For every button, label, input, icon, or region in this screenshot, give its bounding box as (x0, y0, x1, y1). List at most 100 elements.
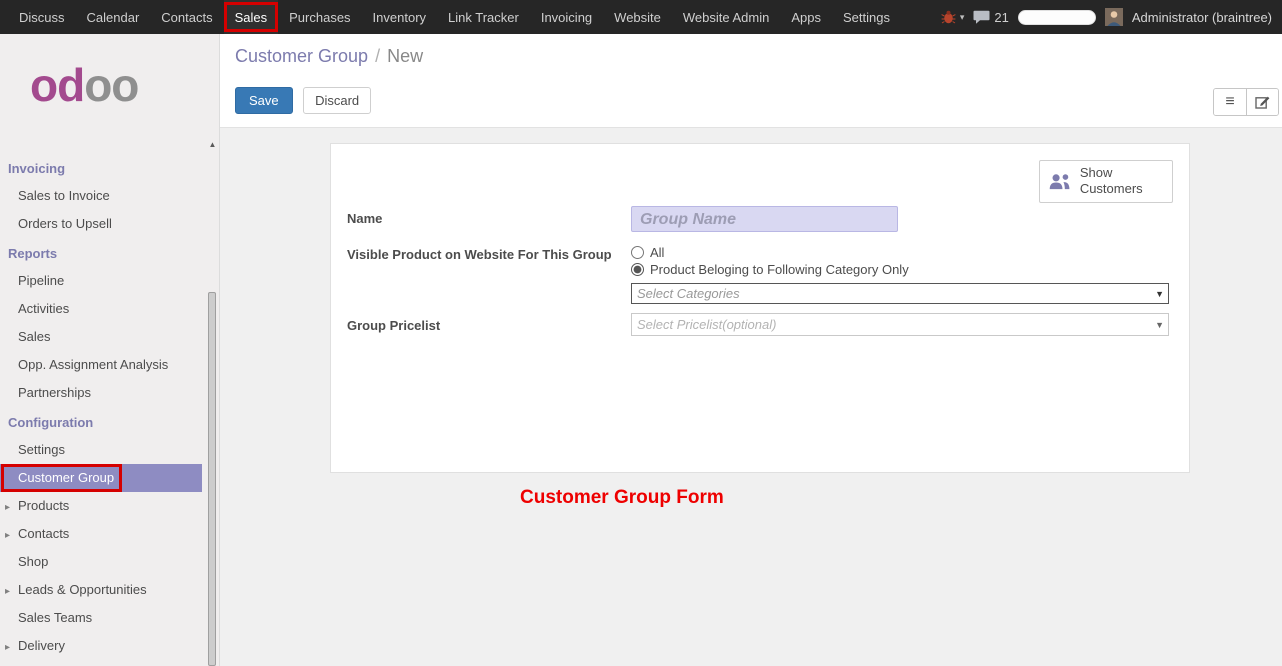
debug-menu[interactable]: ▾ (941, 10, 965, 24)
save-button[interactable]: Save (235, 87, 293, 114)
categories-field: Select Categories ▼ (631, 283, 1169, 304)
main-area: Customer Group/New Save Discard ≡ (220, 34, 1282, 666)
menu-sales-label: Sales (235, 10, 268, 25)
categories-row: Select Categories ▼ (347, 283, 1173, 304)
sidebar-section-reports: Reports (0, 238, 219, 267)
radio-all[interactable]: All (631, 245, 1169, 260)
radio-category-only-label: Product Beloging to Following Category O… (650, 262, 909, 277)
pricelist-field: Select Pricelist(optional) ▼ (631, 313, 1169, 336)
pricelist-select[interactable]: Select Pricelist(optional) ▼ (631, 313, 1169, 336)
form-fields: Name Visible Product on Website For This… (347, 206, 1173, 336)
sidebar-item-pipeline[interactable]: Pipeline (0, 267, 219, 295)
screen: Discuss Calendar Contacts Sales Purchase… (0, 0, 1282, 666)
topbar-right: ▾ 21 Administrator (braintree) (941, 0, 1282, 34)
dropdown-arrow-icon: ▼ (1155, 320, 1164, 330)
content-area: Show Customers Name Visible Product on W… (220, 143, 1282, 509)
menu-apps[interactable]: Apps (780, 0, 832, 34)
sidebar-item-products[interactable]: ▸ Products (0, 492, 219, 520)
discard-button[interactable]: Discard (303, 87, 371, 114)
pricelist-label: Group Pricelist (347, 313, 631, 336)
sidebar-item-orders-to-upsell[interactable]: Orders to Upsell (0, 210, 219, 238)
visibility-options: All Product Beloging to Following Catego… (631, 242, 1169, 279)
avatar-image (1105, 8, 1123, 26)
menu-website-admin[interactable]: Website Admin (672, 0, 780, 34)
sidebar-menu: Invoicing Sales to Invoice Orders to Ups… (0, 153, 219, 660)
menu-calendar[interactable]: Calendar (76, 0, 151, 34)
breadcrumb: Customer Group/New (235, 34, 1282, 67)
sidebar-item-sales-teams[interactable]: Sales Teams (0, 604, 219, 632)
avatar[interactable] (1105, 8, 1123, 26)
message-count: 21 (994, 10, 1008, 25)
scroll-up-icon[interactable]: ▲ (207, 140, 218, 149)
list-view-button[interactable]: ≡ (1214, 89, 1246, 115)
pricelist-placeholder: Select Pricelist(optional) (637, 317, 776, 332)
edit-pencil-icon (1255, 95, 1270, 109)
breadcrumb-parent-link[interactable]: Customer Group (235, 46, 368, 66)
top-menu: Discuss Calendar Contacts Sales Purchase… (0, 0, 901, 34)
odoo-logo-gray: oo (84, 59, 138, 111)
sidebar-item-delivery[interactable]: ▸ Delivery (0, 632, 219, 660)
sidebar-item-products-label: Products (18, 498, 69, 513)
menu-contacts[interactable]: Contacts (150, 0, 223, 34)
breadcrumb-current: New (387, 46, 423, 66)
visibility-row: Visible Product on Website For This Grou… (347, 242, 1173, 279)
menu-website[interactable]: Website (603, 0, 672, 34)
sidebar-item-opp-assignment-analysis[interactable]: Opp. Assignment Analysis (0, 351, 219, 379)
sidebar-item-customer-group[interactable]: Customer Group (0, 464, 202, 492)
view-switcher: ≡ (1213, 88, 1279, 116)
radio-category-only-input[interactable] (631, 263, 644, 276)
sidebar-item-settings[interactable]: Settings (0, 436, 219, 464)
name-input[interactable] (631, 206, 898, 232)
form-card: Show Customers Name Visible Product on W… (330, 143, 1190, 473)
expand-caret-icon: ▸ (5, 584, 10, 600)
radio-category-only[interactable]: Product Beloging to Following Category O… (631, 262, 1169, 277)
sidebar-item-contacts[interactable]: ▸ Contacts (0, 520, 219, 548)
form-view-button[interactable] (1246, 89, 1278, 115)
menu-inventory[interactable]: Inventory (362, 0, 437, 34)
expand-caret-icon: ▸ (5, 640, 10, 656)
categories-select[interactable]: Select Categories ▼ (631, 283, 1169, 304)
menu-sales[interactable]: Sales (224, 0, 279, 34)
menu-link-tracker[interactable]: Link Tracker (437, 0, 530, 34)
user-menu[interactable]: Administrator (braintree) (1132, 10, 1272, 25)
list-icon: ≡ (1225, 90, 1234, 114)
dropdown-arrow-icon: ▼ (1155, 289, 1164, 299)
sidebar-item-partnerships[interactable]: Partnerships (0, 379, 219, 407)
menu-discuss[interactable]: Discuss (8, 0, 76, 34)
odoo-logo: odoo (0, 34, 219, 108)
action-buttons: Save Discard (235, 87, 1282, 114)
odoo-logo-magenta: od (30, 59, 84, 111)
sidebar-item-sales[interactable]: Sales (0, 323, 219, 351)
radio-all-input[interactable] (631, 246, 644, 259)
sidebar-scrollbar-thumb[interactable] (208, 292, 216, 666)
customers-people-icon (1048, 171, 1072, 192)
categories-placeholder: Select Categories (637, 286, 740, 301)
name-label: Name (347, 206, 631, 232)
top-navbar: Discuss Calendar Contacts Sales Purchase… (0, 0, 1282, 34)
show-customers-button[interactable]: Show Customers (1039, 160, 1173, 203)
sidebar-item-sales-to-invoice[interactable]: Sales to Invoice (0, 182, 219, 210)
sidebar-item-activities[interactable]: Activities (0, 295, 219, 323)
pricelist-row: Group Pricelist Select Pricelist(optiona… (347, 313, 1173, 336)
annotation-caption: Customer Group Form (520, 487, 724, 509)
control-panel: Customer Group/New Save Discard ≡ (220, 34, 1282, 128)
sidebar-item-delivery-label: Delivery (18, 638, 65, 653)
sidebar-item-shop[interactable]: Shop (0, 548, 219, 576)
expand-caret-icon: ▸ (5, 528, 10, 544)
sidebar-item-leads-opportunities[interactable]: ▸ Leads & Opportunities (0, 576, 219, 604)
sidebar-scrollbar[interactable]: ▲ (207, 140, 218, 666)
sidebar-section-invoicing: Invoicing (0, 153, 219, 182)
name-row: Name (347, 206, 1173, 232)
menu-settings[interactable]: Settings (832, 0, 901, 34)
sidebar-item-customer-group-label: Customer Group (18, 470, 114, 485)
show-customers-label: Show Customers (1080, 165, 1164, 198)
menu-purchases[interactable]: Purchases (278, 0, 361, 34)
sidebar-item-contacts-label: Contacts (18, 526, 69, 541)
sidebar-item-leads-opportunities-label: Leads & Opportunities (18, 582, 147, 597)
bug-icon (941, 10, 956, 24)
categories-label-spacer (347, 283, 631, 304)
status-pill-widget[interactable] (1018, 10, 1096, 25)
sidebar: odoo Invoicing Sales to Invoice Orders t… (0, 34, 220, 666)
messages-indicator[interactable]: 21 (973, 10, 1008, 25)
menu-invoicing[interactable]: Invoicing (530, 0, 603, 34)
